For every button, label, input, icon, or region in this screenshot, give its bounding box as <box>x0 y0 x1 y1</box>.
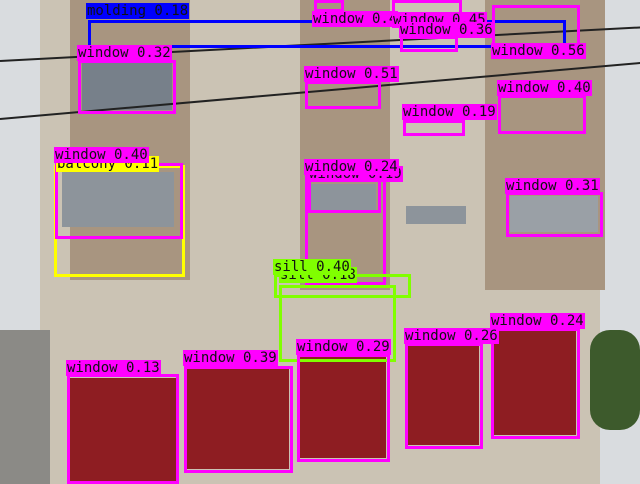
detection-label: window 0.40 <box>54 147 149 163</box>
window-glass <box>406 206 466 224</box>
detection-label: window 0.24 <box>490 313 585 329</box>
window-box <box>405 343 483 449</box>
window-box <box>184 366 293 473</box>
neighbor-house <box>0 330 50 484</box>
window-box <box>400 36 458 52</box>
window-box <box>403 120 465 136</box>
detection-label: window 0.56 <box>491 43 586 59</box>
window-box <box>297 354 390 462</box>
detection-label: window 0.29 <box>296 339 391 355</box>
street-facade-photo: molding 0.18 window 0.4 window 0.45 wind… <box>0 0 640 484</box>
detection-label: molding 0.18 <box>86 3 190 19</box>
window-box <box>78 60 176 114</box>
detection-label: window 0.24 <box>304 159 399 175</box>
window-box <box>305 81 381 109</box>
detection-label: window 0.51 <box>304 66 399 82</box>
window-box <box>67 374 179 484</box>
window-box <box>498 95 586 134</box>
tree <box>590 330 640 430</box>
detection-label: window 0.40 <box>497 80 592 96</box>
detection-label: window 0.13 <box>66 360 161 376</box>
detection-label: window 0.32 <box>77 45 172 61</box>
detection-label: window 0.39 <box>183 350 278 366</box>
window-box <box>55 163 183 239</box>
detection-label: sill 0.40 <box>273 259 351 275</box>
window-box <box>506 192 603 237</box>
detection-label: window 0.4 <box>312 11 399 27</box>
detection-label: window 0.19 <box>402 104 497 120</box>
window-box <box>491 328 580 439</box>
detection-label: window 0.26 <box>404 328 499 344</box>
detection-label: window 0.31 <box>505 178 600 194</box>
detection-label: window 0.36 <box>399 22 494 38</box>
